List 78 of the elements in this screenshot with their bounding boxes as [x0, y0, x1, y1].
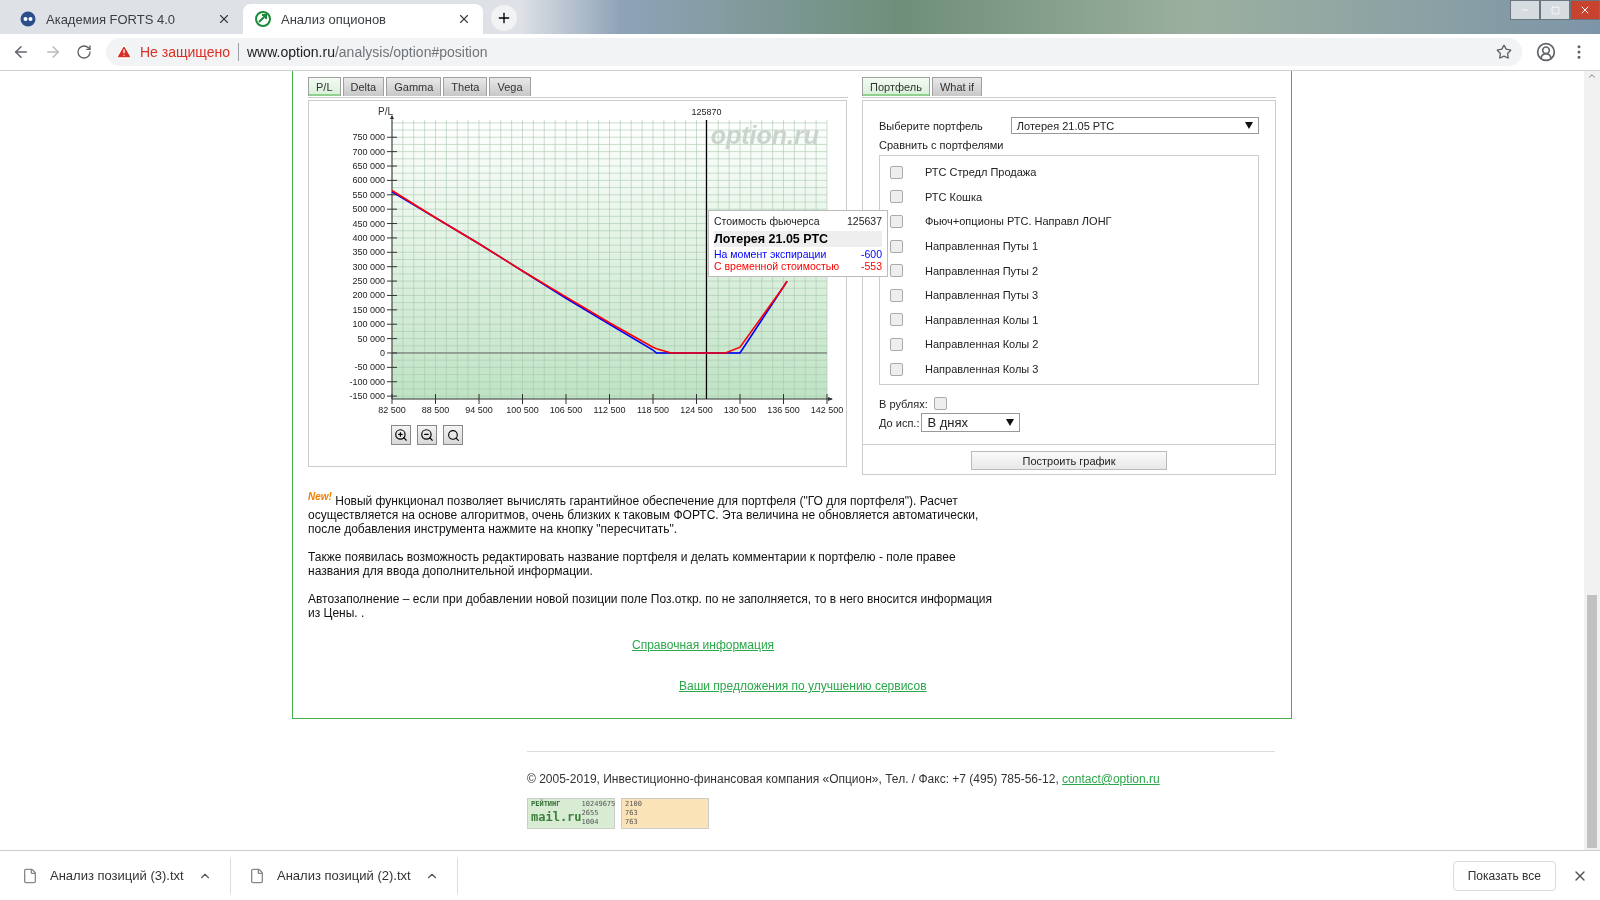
x-tick-label: 112 500	[593, 405, 626, 415]
checkbox-label: Направленная Путы 2	[925, 264, 1039, 277]
y-tick-label: 300 000	[352, 261, 385, 272]
y-tick-label: 500 000	[352, 204, 385, 215]
checkbox-label: Направленная Колы 2	[925, 338, 1039, 351]
field-label: Сравнить с портфелями	[879, 139, 1004, 151]
y-tick-label: 550 000	[352, 189, 385, 200]
y-tick-label: 750 000	[352, 132, 385, 143]
checkbox-label: Фьюч+опционы РТС. Направл ЛОНГ	[925, 215, 1112, 228]
build-chart-button[interactable]: Построить график	[971, 451, 1167, 470]
y-tick-label: 600 000	[352, 175, 385, 186]
tab-title: Академия FORTS 4.0	[46, 11, 177, 27]
y-tick-label: -150 000	[349, 391, 385, 402]
tooltip-value: 125637	[846, 215, 882, 227]
y-tick-label: 350 000	[352, 247, 385, 258]
chart-tab[interactable]: Delta	[342, 77, 385, 96]
tooltip-series-label: На момент экспирации	[714, 248, 827, 260]
y-tick-label: 400 000	[352, 232, 385, 243]
x-tick-label: 118 500	[637, 405, 669, 415]
x-tick-label: 82 500	[378, 405, 406, 415]
y-tick-label: 50 000	[357, 333, 385, 344]
panel-tab[interactable]: Портфель	[862, 77, 930, 96]
show-all-button[interactable]: Показать все	[1452, 860, 1556, 891]
checkbox-label: Направленная Путы 3	[925, 289, 1039, 302]
chart-tab[interactable]: Gamma	[386, 77, 442, 96]
tooltip-title: Лотерея 21.05 РТС	[714, 231, 882, 247]
checkbox-label: Направленная Путы 1	[925, 240, 1039, 253]
portfolio-select[interactable]: Лотерея 21.05 РТС	[1010, 117, 1259, 134]
tooltip-series-label: С временной стоимостью	[714, 260, 840, 272]
y-tick-label: 150 000	[352, 304, 385, 315]
field-label: Выберите портфель	[879, 119, 983, 132]
notice-text: Автозаполнение – если при добавлении новой позиции поле Поз.откр. по не заполняется, то в него вносится информация из Цены. .	[308, 592, 994, 620]
tooltip-series-value: -553	[861, 260, 882, 272]
y-tick-label: 650 000	[352, 161, 385, 171]
checkbox-label: Направленная Колы 1	[925, 313, 1039, 326]
file-name: Анализ позиций (2).txt	[277, 868, 412, 883]
checkbox-label: Направленная Колы 3	[925, 363, 1039, 376]
address-field[interactable]: Не защищено www.option.ru/analysis/option#position	[106, 38, 1522, 66]
notice-text: Также появилась возможность редактировать название портфеля и делать комментарии к портфелю - поле правее названия для ввода дополнительной информации.	[308, 550, 957, 578]
chart-tab[interactable]: Vega	[489, 77, 531, 96]
tooltip-series-value: -600	[861, 248, 882, 260]
y-tick-label: -100 000	[349, 376, 385, 387]
checkbox-label: РТС Стредл Продажа	[925, 166, 1037, 179]
x-tick-label: 130 500	[723, 405, 757, 415]
security-status: Не защищено	[140, 44, 230, 60]
tooltip-label: Стоимость фьючерса	[714, 215, 820, 227]
y-tick-label: -50 000	[354, 362, 385, 373]
file-name: Анализ позиций (3).txt	[50, 868, 185, 883]
field-label: В рублях:	[879, 397, 928, 410]
x-tick-label: 142 500	[810, 405, 844, 415]
x-tick-label: 100 500	[506, 405, 539, 415]
y-tick-label: 0	[380, 348, 385, 358]
checkbox-label: РТС Кошка	[925, 190, 983, 203]
notice-text: $^{New!}$ Новый функционал позволяет вычислять гарантийное обеспечение для портфеля ("ГО для портфеля"). Расчет осуществляется на основе алгоритмов, очень близких к таковым ФОРТС. Эта величина не обновляется автоматически, после добавления инструмента нажмите на кнопку "пересчитать".	[308, 494, 980, 536]
x-tick-label: 106 500	[549, 405, 583, 415]
y-tick-label: 250 000	[352, 276, 385, 287]
download-item[interactable]: Анализ позиций (3).txt	[22, 867, 212, 884]
browser-tab[interactable]: Анализ опционов	[243, 4, 483, 34]
y-axis-label: P/L	[378, 106, 393, 117]
tab-title: Анализ опционов	[281, 11, 388, 27]
y-tick-label: 700 000	[352, 146, 385, 157]
expiry-select[interactable]: В днях	[921, 413, 1021, 432]
copyright-text: © 2005-2019, Инвестиционно-финансовая компания «Опцион», Тел. / Факс: +7 (495) 785-56-12,	[527, 772, 1060, 786]
x-tick-label: 124 500	[680, 405, 713, 415]
y-tick-label: 450 000	[352, 218, 385, 229]
x-tick-label: 136 500	[767, 405, 800, 415]
page-url: www.option.ru/analysis/option#position	[247, 44, 488, 60]
chart-tab[interactable]: P/L	[308, 77, 341, 96]
download-item[interactable]: Анализ позиций (2).txt	[249, 867, 439, 884]
y-tick-label: 100 000	[352, 319, 385, 330]
y-tick-label: 200 000	[352, 290, 385, 301]
x-tick-label: 88 500	[421, 405, 450, 415]
field-label: До исп.:	[879, 416, 920, 429]
counter-brand: mail.ru	[531, 810, 582, 826]
x-tick-label: 94 500	[465, 405, 493, 415]
panel-tab[interactable]: What if	[931, 77, 983, 96]
chart-tab[interactable]: Theta	[443, 77, 488, 96]
cursor-value: 125870	[691, 107, 722, 117]
